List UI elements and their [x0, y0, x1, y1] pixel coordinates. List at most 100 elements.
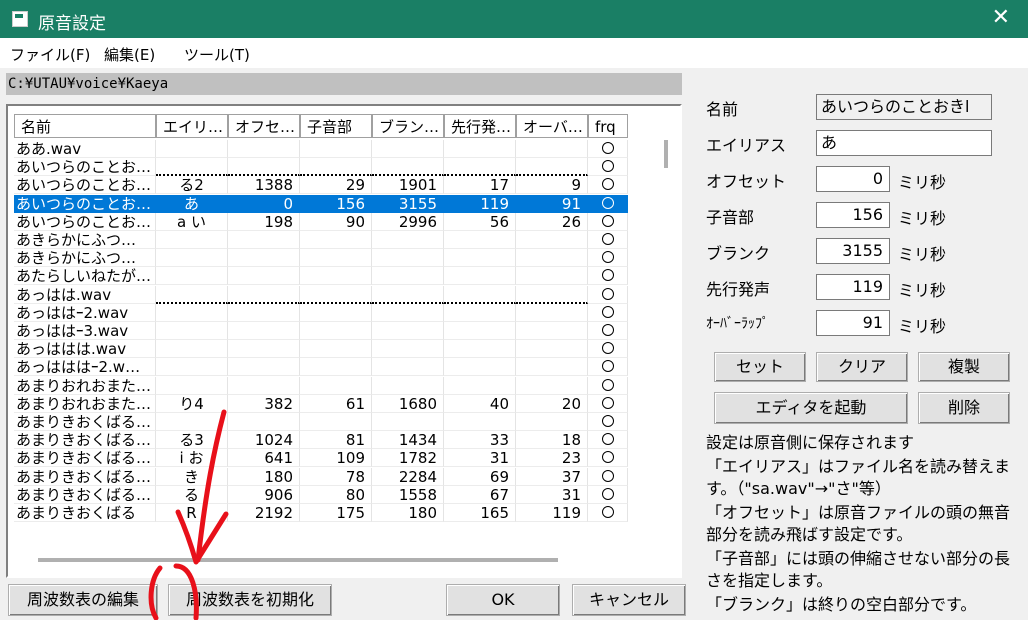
cell-blank: [372, 267, 444, 286]
frq-status: [588, 340, 628, 359]
menu-file[interactable]: ファイル(F): [10, 44, 90, 65]
blank-input[interactable]: 3155: [816, 238, 890, 264]
frq-status: [588, 140, 628, 158]
table-row[interactable]: あまりきおくばる…: [14, 413, 628, 431]
table-row[interactable]: あいつらのことお… a い 198 90 2996 56 26: [14, 212, 628, 231]
offset-input[interactable]: 0: [816, 166, 890, 192]
cell-preutter: [444, 285, 516, 304]
table-row[interactable]: あっははｰ3.wav: [14, 322, 628, 340]
cell-overlap: 31: [516, 485, 588, 504]
cell-alias: [156, 285, 228, 304]
column-header-preutter[interactable]: 先行発…: [444, 114, 516, 138]
cell-blank: 1434: [372, 431, 444, 450]
cancel-button[interactable]: キャンセル: [572, 584, 686, 616]
cell-alias: [156, 322, 228, 340]
cell-overlap: [516, 231, 588, 249]
frq-status: [588, 249, 628, 268]
set-button[interactable]: セット: [714, 352, 806, 382]
alias-input[interactable]: あ: [816, 130, 992, 156]
table-row[interactable]: あっははｰ2.wav: [14, 303, 628, 322]
table-row[interactable]: あまりおれおまた…: [14, 376, 628, 395]
cell-consonant: [300, 158, 372, 177]
vertical-scrollbar[interactable]: [664, 140, 668, 168]
frq-circle-icon: [601, 324, 614, 336]
table-row[interactable]: あっははは.wav: [14, 340, 628, 359]
title-bar[interactable]: 原音設定 ✕: [0, 0, 1028, 38]
frq-circle-icon: [601, 451, 614, 464]
blank-label: ブランク: [706, 244, 771, 263]
help-line: 「ブランク」は終りの空白部分です。: [706, 595, 977, 614]
frq-circle-icon: [601, 506, 614, 518]
table-row[interactable]: あたらしいねたが…: [14, 267, 628, 286]
column-header-frq[interactable]: frq: [588, 114, 628, 138]
cell-consonant: 156: [300, 194, 372, 213]
cell-blank: 3155: [372, 194, 444, 213]
column-header-overlap[interactable]: オーバ…: [516, 114, 588, 138]
cell-preutter: [444, 140, 516, 158]
cell-alias: [156, 358, 228, 377]
init-frq-button[interactable]: 周波数表を初期化: [168, 584, 332, 616]
oto-list[interactable]: 名前 エイリ… オフセ… 子音部 ブラン… 先行発… オーバ… frq ああ.wav あいつらのこ…: [6, 104, 682, 578]
table-row[interactable]: あまりきおくばる… き 180 78 2284 69 37: [14, 467, 628, 486]
delete-button[interactable]: 削除: [918, 392, 1010, 424]
table-row[interactable]: あまりきおくばる R 2192 175 180 165 119: [14, 504, 628, 522]
duplicate-button[interactable]: 複製: [918, 352, 1010, 382]
table-row[interactable]: あきらかにふつ…: [14, 249, 628, 268]
cell-overlap: 9: [516, 176, 588, 195]
cell-alias: り4: [156, 394, 228, 413]
cell-offset: [228, 322, 300, 340]
cell-offset: 0: [228, 194, 300, 213]
consonant-unit: ミリ秒: [898, 209, 947, 228]
table-row[interactable]: あっはは.wav: [14, 285, 628, 304]
overlap-label: ｵｰﾊﾞｰﾗｯﾌﾟ: [706, 316, 769, 332]
blank-unit: ミリ秒: [898, 245, 947, 264]
cell-blank: [372, 413, 444, 431]
edit-frq-button[interactable]: 周波数表の編集: [8, 584, 158, 616]
cell-overlap: [516, 267, 588, 286]
table-row[interactable]: あまりきおくばる… る3 1024 81 1434 33 18: [14, 431, 628, 450]
table-row[interactable]: あきらかにふつ…: [14, 231, 628, 249]
cell-alias: る3: [156, 431, 228, 450]
ok-button[interactable]: OK: [446, 584, 560, 616]
column-header-blank[interactable]: ブラン…: [372, 114, 444, 138]
preutter-input[interactable]: 119: [816, 274, 890, 300]
frq-status: [588, 212, 628, 231]
cell-preutter: [444, 413, 516, 431]
cell-name: ああ.wav: [14, 140, 156, 158]
help-line: 「エイリアス」はファイル名を読み替えます。（"sa.wav"→"さ"等）: [706, 457, 1011, 498]
overlap-input[interactable]: 91: [816, 310, 890, 336]
table-row[interactable]: あっはははｰ2.w…: [14, 358, 628, 377]
cell-overlap: [516, 358, 588, 377]
horizontal-scrollbar[interactable]: [38, 558, 558, 562]
launch-editor-button[interactable]: エディタを起動: [714, 392, 908, 424]
column-header-consonant[interactable]: 子音部: [300, 114, 372, 138]
cell-preutter: 40: [444, 394, 516, 413]
cell-consonant: [300, 231, 372, 249]
settings-window: 原音設定 ✕ ファイル(F) 編集(E) ツール(T) C:¥UTAU¥voic…: [0, 0, 1028, 620]
table-row[interactable]: あいつらのことお…: [14, 158, 628, 177]
table-row[interactable]: あまりおれおまた… り4 382 61 1680 40 20: [14, 394, 628, 413]
column-header-name[interactable]: 名前: [14, 114, 156, 138]
frq-circle-icon: [601, 160, 614, 173]
clear-button[interactable]: クリア: [816, 352, 908, 382]
cell-consonant: [300, 285, 372, 304]
table-row[interactable]: あいつらのことお… る2 1388 29 1901 17 9: [14, 176, 628, 195]
table-row[interactable]: あいつらのことお… あ 0 156 3155 119 91: [14, 194, 628, 213]
column-header-offset[interactable]: オフセ…: [228, 114, 300, 138]
menu-edit[interactable]: 編集(E): [104, 44, 155, 65]
table-row[interactable]: あまりきおくばる… i お 641 109 1782 31 23: [14, 449, 628, 468]
frq-circle-icon: [601, 178, 614, 191]
cell-overlap: [516, 285, 588, 304]
cell-blank: 2996: [372, 212, 444, 231]
cell-overlap: 18: [516, 431, 588, 450]
frq-circle-icon: [601, 342, 614, 355]
column-header-alias[interactable]: エイリ…: [156, 114, 228, 138]
table-row[interactable]: あまりきおくばる… る 906 80 1558 67 31: [14, 485, 628, 504]
consonant-input[interactable]: 156: [816, 202, 890, 228]
menu-tools[interactable]: ツール(T): [184, 44, 250, 65]
close-icon[interactable]: ✕: [992, 5, 1010, 31]
frq-status: [588, 358, 628, 377]
table-row[interactable]: ああ.wav: [14, 140, 628, 158]
menu-bar: ファイル(F) 編集(E) ツール(T): [0, 38, 1028, 68]
cell-alias: [156, 340, 228, 359]
